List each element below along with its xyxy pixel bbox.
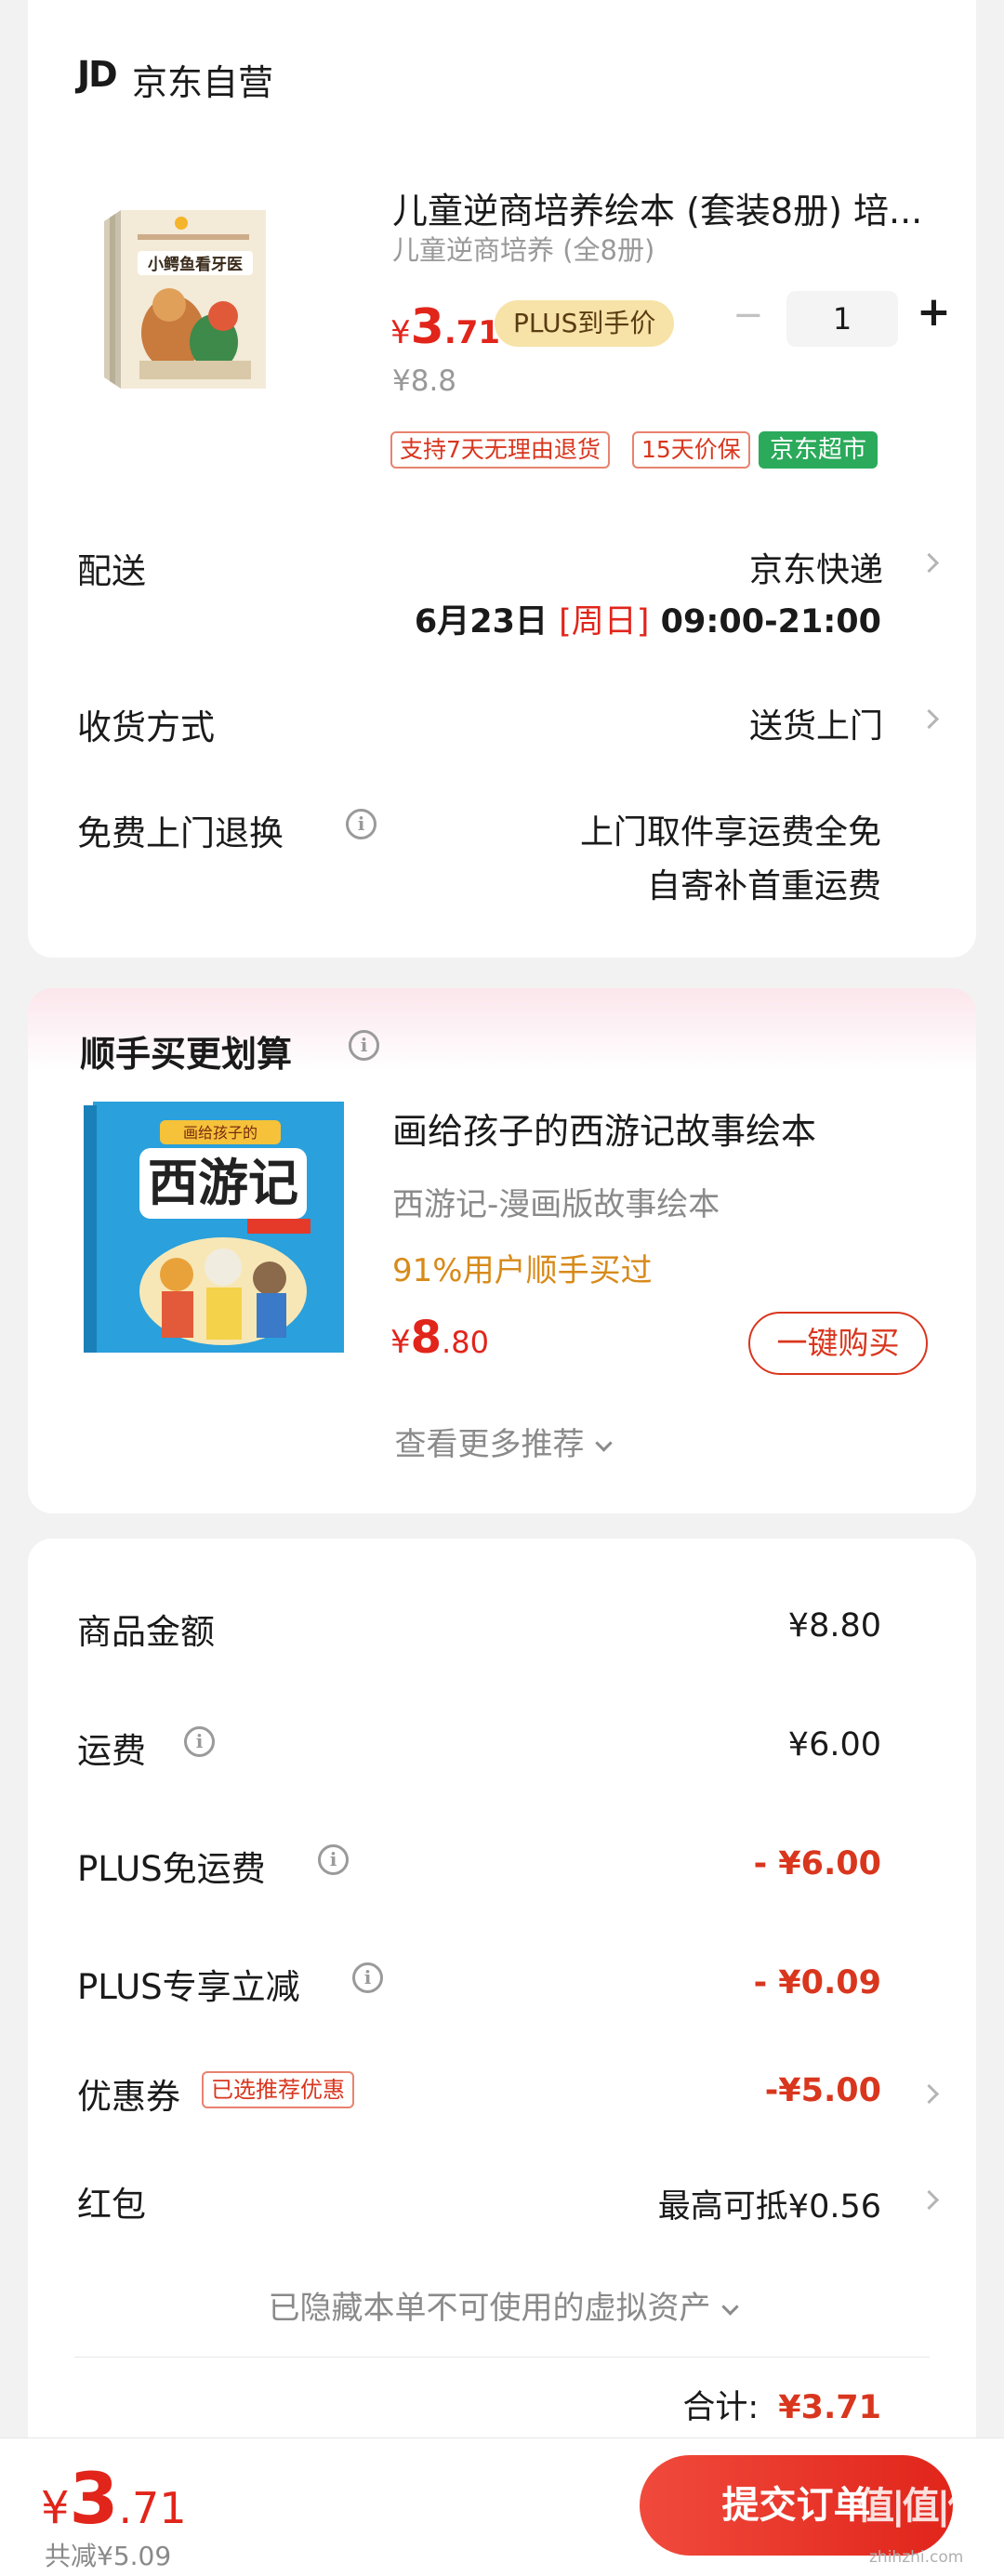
total-label: 合计: <box>682 2389 760 2426</box>
summary-label-plus-discount: PLUS专享立减 <box>77 1967 300 2007</box>
hidden-assets-toggle[interactable]: 已隐藏本单不可使用的虚拟资产 <box>28 2282 976 2328</box>
recommend-image[interactable]: 画给孩子的 西游记 <box>74 1096 358 1361</box>
product-price: ¥3.71 <box>390 299 500 355</box>
summary-label-redpacket: 红包 <box>77 2185 146 2225</box>
delivery-date: 6月23日 <box>414 603 548 641</box>
delivery-label: 配送 <box>77 551 146 591</box>
recommend-stat: 91%用户顺手买过 <box>392 1252 653 1289</box>
plus-price-badge: PLUS到手价 <box>495 300 675 347</box>
product-image[interactable]: 小鳄鱼看牙医 <box>84 193 297 389</box>
info-icon[interactable]: i <box>346 809 376 839</box>
price-decimal: .71 <box>443 314 501 351</box>
recommend-title: 顺手买更划算 <box>80 1034 293 1075</box>
order-card: JD 京东自营 小鳄鱼看牙医 儿童逆商培养绘本 (套装8册) 培... 儿童逆商… <box>28 0 976 958</box>
price-decimal: .71 <box>118 2483 187 2533</box>
price-integer: 8 <box>410 1312 443 1364</box>
product-subtitle: 儿童逆商培养 (全8册) <box>392 234 655 266</box>
summary-label-plus-free-shipping: PLUS免运费 <box>77 1849 266 1889</box>
summary-total: 合计: ¥3.71 <box>682 2381 881 2428</box>
tag-price-protect: 15天价保 <box>632 431 750 469</box>
chevron-down-icon <box>594 1434 613 1452</box>
summary-value-goods: ¥8.80 <box>787 1607 881 1645</box>
svg-text:小鳄鱼看牙医: 小鳄鱼看牙医 <box>148 255 243 274</box>
see-more-label: 查看更多推荐 <box>394 1426 585 1463</box>
info-icon[interactable]: i <box>352 1962 383 1993</box>
buy-now-button[interactable]: 一键购买 <box>748 1312 928 1375</box>
free-return-line1: 上门取件享运费全免 <box>579 813 881 852</box>
info-icon[interactable]: i <box>349 1030 379 1061</box>
summary-label-coupon: 优惠券 <box>77 2077 180 2117</box>
chevron-right-icon <box>918 552 940 574</box>
summary-card: 商品金额 ¥8.80 运费 i ¥6.00 PLUS免运费 i - ¥6.00 … <box>28 1539 976 2468</box>
summary-value-redpacket[interactable]: 最高可抵¥0.56 <box>658 2180 881 2227</box>
saved-amount: 共减¥5.09 <box>45 2541 172 2571</box>
chevron-right-icon <box>918 2189 940 2211</box>
info-icon[interactable]: i <box>318 1844 349 1875</box>
svg-text:西游记: 西游记 <box>148 1154 298 1212</box>
chevron-down-icon <box>720 2298 739 2316</box>
free-return-line2: 自寄补首重运费 <box>646 867 881 905</box>
shop-name: 京东自营 <box>132 62 274 103</box>
delivery-weekday: [周日] <box>559 603 650 641</box>
shop-logo: JD <box>77 54 118 95</box>
bottom-bar: ¥3.71 共减¥5.09 提交订单 值|值|值 zhihzhi.com <box>0 2437 1004 2576</box>
recommend-name[interactable]: 画给孩子的西游记故事绘本 <box>392 1103 816 1154</box>
watermark: 值|值|值 <box>857 2485 984 2528</box>
chevron-right-icon <box>918 2083 940 2105</box>
original-price: ¥8.8 <box>392 364 457 398</box>
summary-value-plus-discount: - ¥0.09 <box>753 1964 881 2001</box>
hidden-assets-label: 已隐藏本单不可使用的虚拟资产 <box>268 2290 711 2327</box>
price-symbol: ¥ <box>41 2482 70 2534</box>
recommend-desc: 西游记-漫画版故事绘本 <box>392 1186 720 1223</box>
svg-text:画给孩子的: 画给孩子的 <box>183 1124 258 1142</box>
delivery-hours: 09:00-21:00 <box>660 603 881 641</box>
quantity-plus-button[interactable]: + <box>917 288 951 336</box>
summary-value-coupon[interactable]: -¥5.00 <box>765 2072 881 2109</box>
coupon-recommended-tag: 已选推荐优惠 <box>202 2071 354 2108</box>
tag-jd-supermarket: 京东超市 <box>759 431 878 469</box>
receive-value[interactable]: 送货上门 <box>749 699 883 747</box>
price-symbol: ¥ <box>390 1324 411 1361</box>
price-symbol: ¥ <box>390 314 411 351</box>
delivery-time[interactable]: 6月23日 [周日] 09:00-21:00 <box>415 595 881 642</box>
chevron-right-icon <box>918 708 940 730</box>
bottom-saved: 共减¥5.09 <box>45 2536 171 2573</box>
summary-value-plus-free-shipping: - ¥6.00 <box>753 1845 881 1882</box>
bottom-total-price: ¥3.71 <box>41 2457 187 2540</box>
product-title[interactable]: 儿童逆商培养绘本 (套装8册) 培... <box>392 182 931 233</box>
info-icon[interactable]: i <box>184 1726 215 1757</box>
price-decimal: .80 <box>442 1325 489 1360</box>
summary-label-goods: 商品金额 <box>77 1612 215 1652</box>
tag-7day-return: 支持7天无理由退货 <box>390 431 610 469</box>
summary-label-shipping: 运费 <box>77 1731 146 1771</box>
recommend-price: ¥8.80 <box>390 1312 489 1364</box>
price-integer: 3 <box>410 299 444 355</box>
delivery-carrier[interactable]: 京东快递 <box>749 543 883 591</box>
total-value: ¥3.71 <box>778 2389 881 2426</box>
summary-value-shipping: ¥6.00 <box>787 1726 881 1764</box>
see-more-recommend[interactable]: 查看更多推荐 <box>28 1419 976 1464</box>
free-return-label: 免费上门退换 <box>77 813 284 853</box>
receive-label: 收货方式 <box>77 707 215 747</box>
recommend-card: 顺手买更划算 i 画给孩子的 西游记 画给孩子的西游记故事绘本 西游记-漫画版故… <box>28 988 976 1513</box>
divider <box>74 2357 930 2358</box>
quantity-minus-button[interactable]: − <box>733 294 764 337</box>
price-integer: 3 <box>69 2457 119 2540</box>
quantity-input[interactable]: 1 <box>786 291 898 347</box>
watermark-sub: zhihzhi.com <box>869 2548 964 2567</box>
